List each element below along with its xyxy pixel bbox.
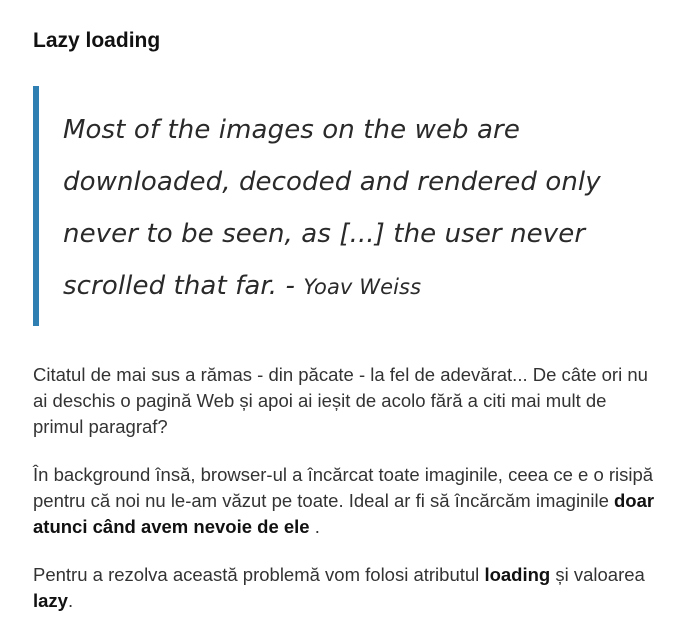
paragraph-2-text: În background însă, browser-ul a încărca… [33,464,654,511]
paragraph-3-middle: și valoarea [550,564,645,585]
attribute-value: lazy [33,590,68,611]
quote-body: Most of the images on the web are downlo… [63,115,601,301]
section-heading: Lazy loading [33,29,161,52]
paragraph-2-end: . [309,516,320,537]
attribute-name: loading [484,564,551,585]
paragraph-3: Pentru a rezolva această problemă vom fo… [33,562,661,614]
paragraph-1: Citatul de mai sus a rămas - din păcate … [33,364,648,437]
quote-text: Most of the images on the web are downlo… [63,104,661,313]
paragraph-3-end: . [67,590,74,611]
blockquote: Most of the images on the web are downlo… [33,86,661,326]
quote-author: Yoav Weiss [303,275,422,299]
article-content: Lazy loading Most of the images on the w… [33,26,661,614]
paragraph-2: În background însă, browser-ul a încărca… [33,462,661,540]
paragraph-3-text: Pentru a rezolva această problemă vom fo… [33,564,485,585]
quote-separator: - [277,271,304,301]
